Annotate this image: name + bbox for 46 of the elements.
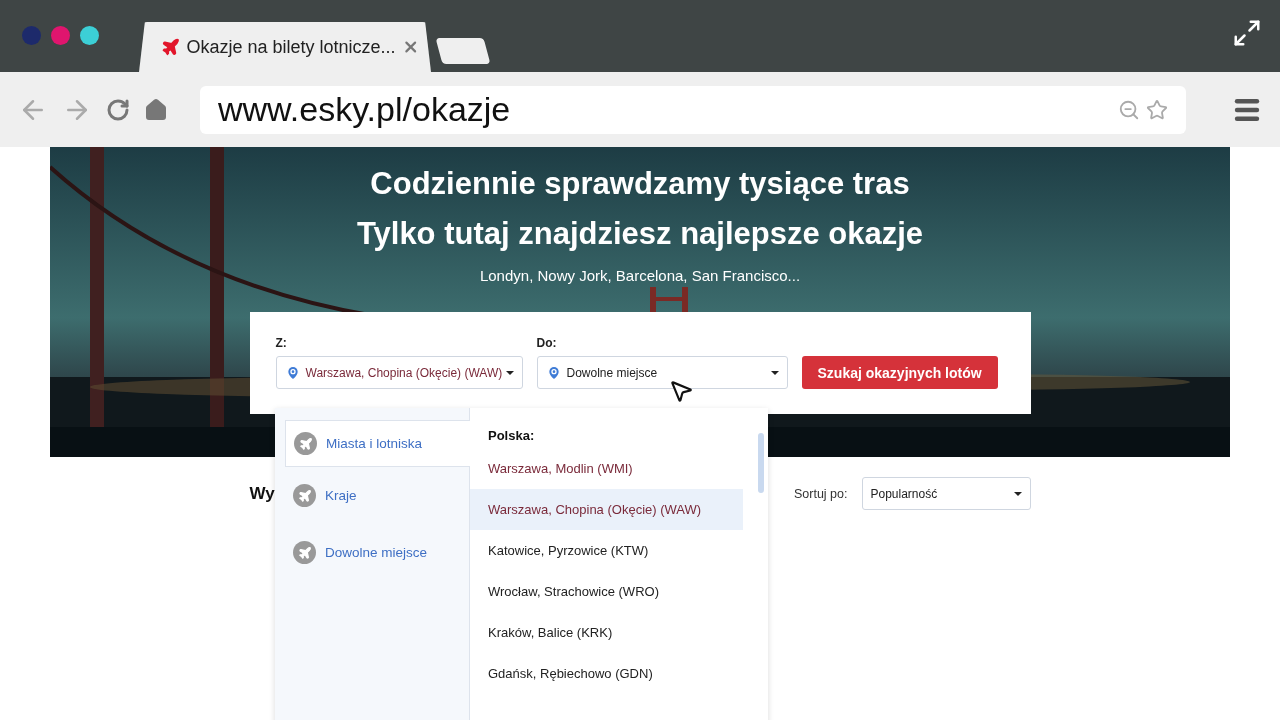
window-control[interactable] [51,25,70,45]
location-option[interactable]: Katowice, Pyrzowice (KTW) [470,530,743,571]
results-heading: Wy [249,483,275,504]
hero-headline: Tylko tutaj znajdziesz najlepsze okazje [356,215,924,253]
hero-subtitle: Londyn, Nowy Jork, Barcelona, San Francisco... [479,267,801,284]
location-option[interactable]: Wrocław, Strachowice (WRO) [470,571,743,612]
caret-icon [770,370,779,375]
url-text: www.esky.pl/okazje [218,90,512,129]
pin-icon [545,364,562,381]
sort-label: Sortuj po: [794,486,848,501]
plane-icon [293,541,316,564]
origin-select[interactable]: Warszawa, Chopina (Okęcie) (WAW) [275,356,523,389]
tab-title: Okazje na bilety lotnicze... [186,36,396,58]
new-tab-button[interactable] [435,38,491,64]
category-label: Miasta i lotniska [326,436,423,451]
location-option[interactable]: Kraków, Balice (KRK) [470,612,743,653]
category-label: Dowolne miejsce [325,545,428,560]
plane-icon [161,37,181,57]
reload-icon[interactable] [106,97,130,122]
plane-icon [294,432,317,455]
search-button[interactable]: Szukaj okazyjnych lotów [801,356,998,389]
browser-tab[interactable]: Okazje na bilety lotnicze... [139,22,431,72]
address-bar[interactable]: www.esky.pl/okazje [200,85,1186,134]
category-item[interactable]: Dowolne miejsce [285,524,469,581]
sort-select[interactable]: Popularność [861,477,1031,510]
hero-headline: Codziennie sprawdzamy tysiące tras [370,165,910,203]
category-item[interactable]: Miasta i lotniska [285,420,470,467]
category-label: Kraje [325,488,357,503]
zoom-out-icon[interactable] [1118,98,1140,121]
location-option[interactable]: Gdańsk, Rębiechowo (GDN) [470,653,743,694]
location-option[interactable]: Warszawa, Chopina (Okęcie) (WAW) [470,489,743,530]
field-label: Z: [275,336,288,350]
group-heading: Polska: [487,428,536,445]
location-option[interactable]: Warszawa, Modlin (WMI) [470,448,743,489]
destination-select[interactable]: Dowolne miejsce [536,356,788,389]
home-icon[interactable] [144,97,168,122]
plane-icon [293,484,316,507]
window-control[interactable] [80,25,99,45]
star-icon[interactable] [1146,98,1168,121]
category-item[interactable]: Kraje [285,467,469,524]
scrollbar-thumb[interactable] [758,433,764,493]
pin-icon [284,364,301,381]
caret-icon [1013,491,1022,496]
expand-icon[interactable] [1232,18,1262,48]
caret-icon [505,370,514,375]
field-label: Do: [536,336,558,350]
